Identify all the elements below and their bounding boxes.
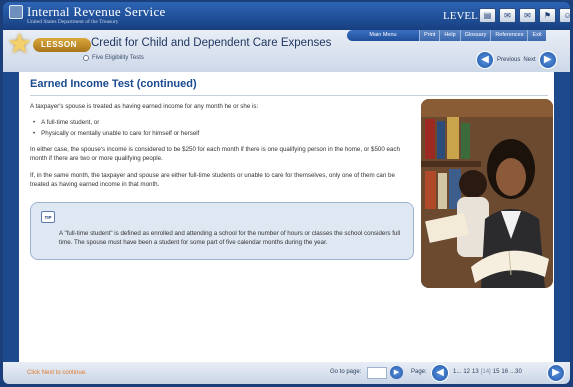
content-area: Earned Income Test (continued) A taxpaye…	[19, 72, 554, 362]
top-bar: Internal Revenue Service United States D…	[3, 2, 570, 30]
lesson-badge: LESSON	[33, 38, 91, 52]
certificate-icon[interactable]: ▤	[479, 8, 496, 23]
menu-bar: Main Menu Print Help Glossary References…	[347, 30, 570, 41]
subtopic: Five Eligibility Tests	[83, 55, 144, 61]
level-icons: ▤ ✉ ✉ ⚑ ☺	[479, 8, 570, 23]
go-to-page-input[interactable]	[367, 367, 387, 379]
page-next-arrow-icon[interactable]: ▶	[547, 364, 565, 382]
page-numbers: 1... 12 13 [14] 15 16 ...30	[453, 369, 522, 375]
page-previous-arrow-icon[interactable]: ◀	[431, 364, 449, 382]
app-window: Internal Revenue Service United States D…	[3, 2, 570, 384]
lesson-title: Credit for Child and Dependent Care Expe…	[91, 37, 332, 49]
mail-icon[interactable]: ✉	[519, 8, 536, 23]
page-number[interactable]: 16	[501, 369, 508, 375]
current-page-number: [14]	[480, 369, 491, 375]
app-title: Internal Revenue Service	[27, 4, 166, 19]
previous-arrow-icon[interactable]: ◀	[476, 51, 494, 69]
page-number[interactable]: 1...	[453, 369, 461, 375]
go-arrow-icon[interactable]: ▶	[390, 366, 403, 379]
page-number[interactable]: ...30	[510, 369, 522, 375]
previous-label[interactable]: Previous	[497, 57, 520, 63]
irs-logo-icon	[9, 5, 23, 19]
main-menu-button[interactable]: Main Menu	[347, 30, 419, 41]
next-arrow-icon[interactable]: ▶	[538, 51, 557, 69]
bookmark-icon[interactable]: ⚑	[539, 8, 556, 23]
top-navigation: ◀ Previous Next ▶	[476, 51, 557, 69]
bullet-item: A full-time student, or	[33, 119, 99, 126]
exit-button[interactable]: Exit	[527, 30, 546, 41]
next-label[interactable]: Next	[523, 57, 535, 63]
click-next-hint: Click Next to continue.	[27, 370, 87, 376]
mail-icon[interactable]: ✉	[499, 8, 516, 23]
paragraph-1: In either case, the spouse's income is c…	[30, 146, 400, 162]
intro-text: A taxpayer's spouse is treated as having…	[30, 103, 259, 110]
page-label: Page:	[411, 369, 427, 375]
print-button[interactable]: Print	[419, 30, 440, 41]
app-subtitle: United States Department of the Treasury	[27, 19, 119, 25]
page-heading: Earned Income Test (continued)	[30, 78, 197, 90]
tip-text: A "full-time student" is defined as enro…	[59, 230, 401, 246]
paragraph-2: If, in the same month, the taxpayer and …	[30, 172, 395, 188]
level-label: LEVEL:	[443, 10, 481, 22]
page-number[interactable]: 15	[493, 369, 500, 375]
people-icon[interactable]: ☺	[559, 8, 570, 23]
subtopic-label: Five Eligibility Tests	[92, 55, 144, 61]
tip-icon: TIP	[41, 211, 55, 223]
tip-box: TIP A "full-time student" is defined as …	[30, 202, 414, 260]
help-button[interactable]: Help	[439, 30, 460, 41]
radio-icon	[83, 55, 89, 61]
glossary-button[interactable]: Glossary	[459, 30, 491, 41]
student-reading-photo	[421, 99, 553, 288]
bottom-bar: Click Next to continue. Go to page: ▶ Pa…	[3, 362, 570, 384]
heading-divider	[30, 95, 548, 96]
references-button[interactable]: References	[490, 30, 528, 41]
bullet-item: Physically or mentally unable to care fo…	[33, 130, 199, 137]
go-to-page-label: Go to page:	[330, 369, 362, 375]
page-number[interactable]: 13	[472, 369, 479, 375]
page-number[interactable]: 12	[463, 369, 470, 375]
